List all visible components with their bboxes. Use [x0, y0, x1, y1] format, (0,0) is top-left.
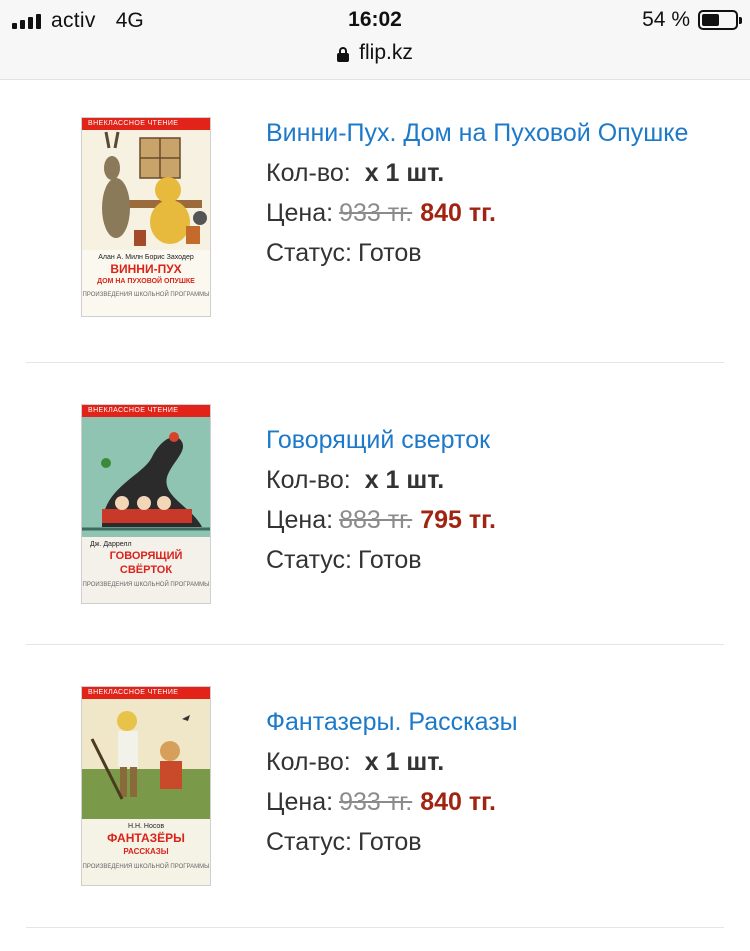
cover-note: ПРОИЗВЕДЕНИЯ ШКОЛЬНОЙ ПРОГРАММЫ — [82, 292, 210, 298]
quantity-row: Кол-во: х 1 шт. — [266, 460, 706, 500]
status-label: Статус: — [266, 239, 352, 267]
order-item: ВНЕКЛАССНОЕ ЧТЕНИЕ Дж. Даррелл ГОВОРЯЩИЙ… — [26, 363, 724, 645]
order-item: ВНЕКЛАССНОЕ ЧТЕНИЕ Н.Н. Носов ФАНТАЗЁРЫ … — [26, 645, 724, 928]
book-cover[interactable]: ВНЕКЛАССНОЕ ЧТЕНИЕ Алан А. Милн Борис За… — [81, 117, 211, 317]
cover-illustration — [82, 130, 210, 250]
old-price: 933 тг. — [339, 788, 413, 816]
quantity-value: х 1 шт. — [364, 159, 445, 187]
status-label: Статус: — [266, 546, 352, 574]
cover-illustration — [82, 417, 210, 537]
cover-subtitle: РАССКАЗЫ — [123, 847, 169, 856]
battery-icon — [698, 10, 742, 30]
cover-note: ПРОИЗВЕДЕНИЯ ШКОЛЬНОЙ ПРОГРАММЫ — [82, 582, 210, 588]
status-value: Готов — [357, 239, 422, 267]
status-value: Готов — [357, 828, 422, 856]
cover-author: Алан А. Милн Борис Заходер — [98, 254, 194, 261]
old-price: 933 тг. — [339, 199, 413, 227]
item-title-link[interactable]: Говорящий сверток — [266, 420, 706, 460]
status-bar: activ 4G 16:02 54 % flip.kz — [0, 0, 750, 80]
current-price: 840 тг. — [420, 199, 496, 227]
quantity-value: х 1 шт. — [364, 466, 445, 494]
quantity-label: Кол-во: — [266, 748, 351, 776]
cover-title: ФАНТАЗЁРЫ — [107, 831, 185, 845]
status-label: Статус: — [266, 828, 352, 856]
price-label: Цена: — [266, 506, 334, 534]
cover-author: Дж. Даррелл — [90, 541, 132, 548]
cover-subtitle: ДОМ НА ПУХОВОЙ ОПУШКЕ — [97, 278, 195, 285]
status-row: Статус: Готов — [266, 540, 706, 580]
address-bar[interactable]: flip.kz — [0, 41, 750, 65]
current-price: 795 тг. — [420, 506, 496, 534]
battery-status: 54 % — [642, 8, 742, 32]
item-details: Винни-Пух. Дом на Пуховой Опушке Кол-во:… — [266, 113, 706, 273]
quantity-value: х 1 шт. — [364, 748, 445, 776]
quantity-row: Кол-во: х 1 шт. — [266, 153, 706, 193]
old-price: 883 тг. — [339, 506, 413, 534]
item-details: Фантазеры. Рассказы Кол-во: х 1 шт. Цена:… — [266, 702, 706, 862]
price-row: Цена: 933 тг. 840 тг. — [266, 193, 706, 233]
book-cover[interactable]: ВНЕКЛАССНОЕ ЧТЕНИЕ Н.Н. Носов ФАНТАЗЁРЫ … — [81, 686, 211, 886]
page-url[interactable]: flip.kz — [359, 41, 413, 65]
cover-note: ПРОИЗВЕДЕНИЯ ШКОЛЬНОЙ ПРОГРАММЫ — [82, 864, 210, 870]
item-title-link[interactable]: Винни-Пух. Дом на Пуховой Опушке — [266, 113, 706, 153]
current-price: 840 тг. — [420, 788, 496, 816]
cover-series-band: ВНЕКЛАССНОЕ ЧТЕНИЕ — [82, 405, 210, 417]
cover-illustration — [82, 699, 210, 819]
price-label: Цена: — [266, 199, 334, 227]
item-title-link[interactable]: Фантазеры. Рассказы — [266, 702, 706, 742]
status-row: Статус: Готов — [266, 822, 706, 862]
lock-icon — [337, 46, 350, 62]
status-row: Статус: Готов — [266, 233, 706, 273]
status-value: Готов — [357, 546, 422, 574]
cover-author: Н.Н. Носов — [127, 823, 165, 830]
price-row: Цена: 933 тг. 840 тг. — [266, 782, 706, 822]
book-cover[interactable]: ВНЕКЛАССНОЕ ЧТЕНИЕ Дж. Даррелл ГОВОРЯЩИЙ… — [81, 404, 211, 604]
battery-percent: 54 % — [642, 8, 690, 31]
clock: 16:02 — [348, 8, 402, 31]
item-details: Говорящий сверток Кол-во: х 1 шт. Цена: 88… — [266, 420, 706, 580]
quantity-label: Кол-во: — [266, 466, 351, 494]
cover-series-band: ВНЕКЛАССНОЕ ЧТЕНИЕ — [82, 118, 210, 130]
price-label: Цена: — [266, 788, 334, 816]
quantity-label: Кол-во: — [266, 159, 351, 187]
cover-title: ГОВОРЯЩИЙ — [109, 550, 183, 562]
price-row: Цена: 883 тг. 795 тг. — [266, 500, 706, 540]
cover-title: ВИННИ-ПУХ — [110, 262, 182, 276]
cover-subtitle: СВЁРТОК — [119, 564, 173, 576]
order-item: ВНЕКЛАССНОЕ ЧТЕНИЕ Алан А. Милн Борис За… — [26, 80, 724, 363]
quantity-row: Кол-во: х 1 шт. — [266, 742, 706, 782]
cover-series-band: ВНЕКЛАССНОЕ ЧТЕНИЕ — [82, 687, 210, 699]
